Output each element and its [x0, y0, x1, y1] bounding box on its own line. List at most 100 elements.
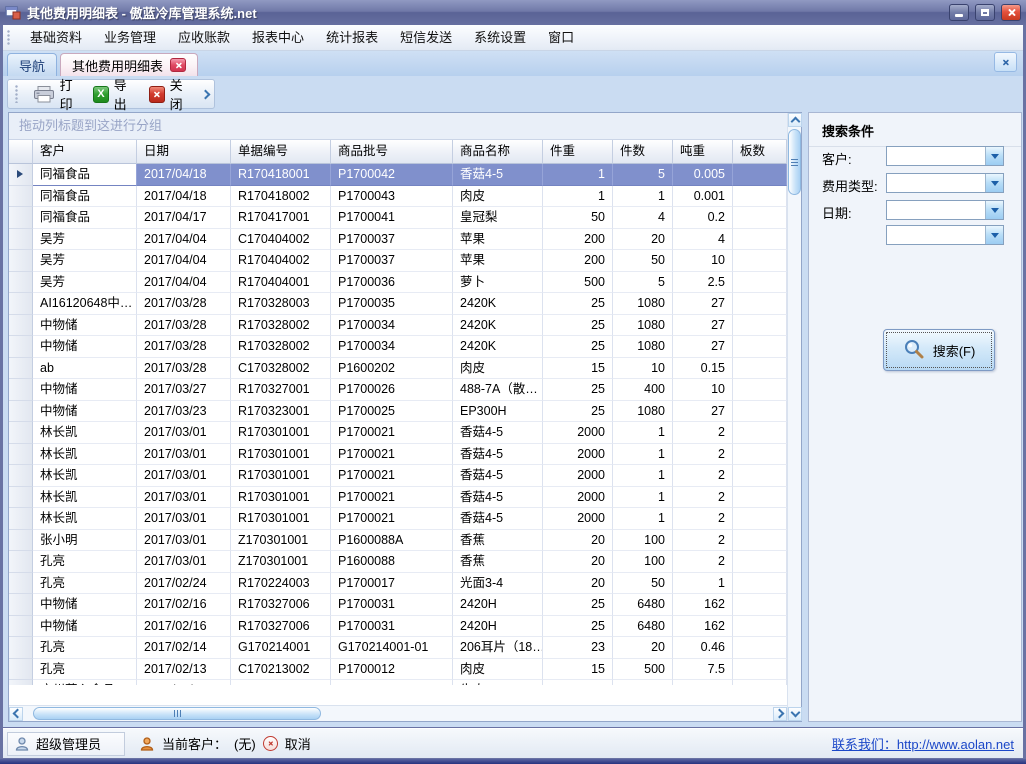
cell[interactable]: P1700021: [331, 422, 453, 444]
cell[interactable]: [733, 551, 787, 573]
cell[interactable]: P1700017: [331, 573, 453, 595]
horizontal-scroll-thumb[interactable]: [33, 707, 321, 720]
cell[interactable]: AI16120648中…: [33, 293, 137, 315]
cell[interactable]: 300: [613, 680, 673, 685]
horizontal-scrollbar[interactable]: [9, 705, 787, 721]
cell[interactable]: 25: [543, 401, 613, 423]
cell[interactable]: 林长凯: [33, 422, 137, 444]
cell[interactable]: 香菇4-5: [453, 422, 543, 444]
menu-item-receivables[interactable]: 应收账款: [167, 25, 241, 51]
cell[interactable]: 2: [673, 422, 733, 444]
cell[interactable]: 2017/03/01: [137, 487, 231, 509]
cell[interactable]: 中物储: [33, 315, 137, 337]
cell[interactable]: 1: [613, 508, 673, 530]
cell[interactable]: 4: [673, 229, 733, 251]
cell[interactable]: P1600088: [331, 551, 453, 573]
cell[interactable]: 25: [543, 315, 613, 337]
cell[interactable]: 林长凯: [33, 465, 137, 487]
scroll-right-button[interactable]: [773, 707, 787, 721]
cell[interactable]: 香蕉: [453, 551, 543, 573]
cell[interactable]: 2017/04/04: [137, 250, 231, 272]
table-row[interactable]: 同福食品2017/04/17R170417001P1700041皇冠梨5040.…: [9, 207, 787, 229]
contact-us-link[interactable]: 联系我们：http://www.aolan.net: [832, 734, 1014, 753]
cell[interactable]: 中物储: [33, 616, 137, 638]
cell[interactable]: P1700021: [331, 444, 453, 466]
cell[interactable]: 25: [543, 616, 613, 638]
cell[interactable]: 2000: [543, 508, 613, 530]
cell[interactable]: [733, 164, 787, 186]
tabstrip-close-button[interactable]: [994, 52, 1017, 72]
chevron-down-icon[interactable]: [985, 201, 1003, 219]
cell[interactable]: 400: [613, 379, 673, 401]
cell[interactable]: 162: [673, 594, 733, 616]
tab-other-fee-detail[interactable]: 其他费用明细表: [60, 53, 198, 76]
cell[interactable]: R170301001: [231, 465, 331, 487]
scroll-up-button[interactable]: [788, 113, 802, 127]
cell[interactable]: 1: [613, 465, 673, 487]
cell[interactable]: 同福食品: [33, 186, 137, 208]
cell[interactable]: P1700037: [331, 229, 453, 251]
cell[interactable]: [733, 508, 787, 530]
row-indicator[interactable]: [9, 487, 33, 509]
cell[interactable]: 10: [613, 358, 673, 380]
cell[interactable]: 2017/03/28: [137, 358, 231, 380]
cell[interactable]: [733, 594, 787, 616]
cell[interactable]: 2: [673, 508, 733, 530]
cell[interactable]: [733, 659, 787, 681]
row-indicator[interactable]: [9, 229, 33, 251]
cell[interactable]: 2000: [543, 444, 613, 466]
cell[interactable]: P1700022: [331, 680, 453, 685]
menu-item-report-center[interactable]: 报表中心: [241, 25, 315, 51]
table-row[interactable]: 中物储2017/03/23R170323001P1700025EP300H251…: [9, 401, 787, 423]
cell[interactable]: 1080: [613, 293, 673, 315]
cell[interactable]: 1: [673, 573, 733, 595]
fee-type-input[interactable]: [887, 174, 985, 192]
cell[interactable]: 香菇4-5: [453, 465, 543, 487]
cell[interactable]: 10: [673, 250, 733, 272]
cell[interactable]: 中物储: [33, 594, 137, 616]
cell[interactable]: 同福食品: [33, 164, 137, 186]
cell[interactable]: R170404001: [231, 272, 331, 294]
cell[interactable]: C170211002: [231, 680, 331, 685]
cell[interactable]: P1700041: [331, 207, 453, 229]
cell[interactable]: P1700012: [331, 659, 453, 681]
row-indicator[interactable]: [9, 508, 33, 530]
cancel-icon[interactable]: [263, 736, 278, 751]
cell[interactable]: [733, 229, 787, 251]
cell[interactable]: 香菇4-5: [453, 444, 543, 466]
row-indicator[interactable]: [9, 659, 33, 681]
cell[interactable]: 6480: [613, 616, 673, 638]
cell[interactable]: 香菇4-5: [453, 487, 543, 509]
cell[interactable]: [733, 336, 787, 358]
cell[interactable]: 肉皮: [453, 186, 543, 208]
cell[interactable]: R170327006: [231, 594, 331, 616]
chevron-down-icon[interactable]: [985, 147, 1003, 165]
cell[interactable]: 1: [543, 186, 613, 208]
cell[interactable]: 2017/03/28: [137, 336, 231, 358]
cell[interactable]: 27: [673, 401, 733, 423]
row-indicator[interactable]: [9, 293, 33, 315]
date-to-input[interactable]: [887, 226, 985, 244]
column-header-piece-count[interactable]: 件数: [613, 140, 673, 164]
row-indicator[interactable]: [9, 594, 33, 616]
cell[interactable]: 7.5: [673, 659, 733, 681]
cell[interactable]: 肉皮: [453, 358, 543, 380]
cell[interactable]: 25: [543, 336, 613, 358]
cell[interactable]: 肉皮: [453, 659, 543, 681]
cell[interactable]: R170404002: [231, 250, 331, 272]
cell[interactable]: 27: [673, 315, 733, 337]
table-row[interactable]: 同福食品2017/04/18R170418001P1700042香菇4-5150…: [9, 164, 787, 186]
row-indicator[interactable]: [9, 336, 33, 358]
customer-combobox[interactable]: [886, 146, 1004, 166]
cell[interactable]: [733, 616, 787, 638]
cell[interactable]: 2420K: [453, 336, 543, 358]
tab-navigation[interactable]: 导航: [7, 53, 57, 76]
cell[interactable]: 10: [673, 379, 733, 401]
row-indicator[interactable]: [9, 551, 33, 573]
cell[interactable]: 2017/03/01: [137, 551, 231, 573]
cell[interactable]: 162: [673, 616, 733, 638]
cell[interactable]: 0.001: [673, 186, 733, 208]
table-row[interactable]: 孔亮2017/02/14G170214001G170214001-01206耳片…: [9, 637, 787, 659]
cell[interactable]: [733, 272, 787, 294]
cell[interactable]: 50: [613, 573, 673, 595]
